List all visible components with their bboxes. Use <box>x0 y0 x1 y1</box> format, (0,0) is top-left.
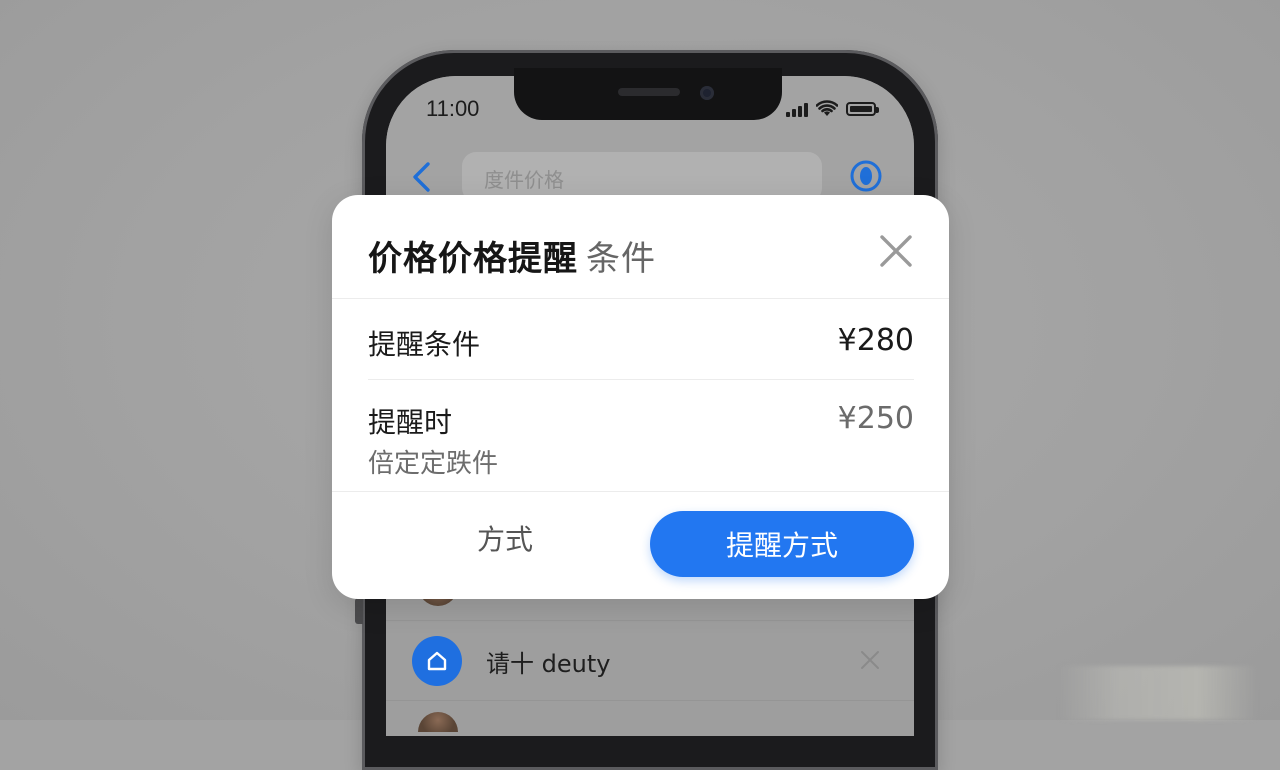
alert-method-button[interactable]: 提醒方式 <box>650 511 914 577</box>
back-chevron-icon[interactable] <box>408 160 434 194</box>
notch-speaker <box>618 88 680 96</box>
close-icon[interactable] <box>876 231 916 271</box>
method-button[interactable]: 方式 <box>390 505 620 571</box>
price-alert-modal: 价格价格提醒 条件 提醒条件 ¥280 提醒时 倍定定跌件 ¥250 方式 提醒方… <box>332 195 949 599</box>
battery-icon <box>846 102 879 116</box>
search-placeholder: 度件价格 <box>484 168 564 192</box>
list-divider <box>386 700 914 701</box>
status-time: 11:00 <box>426 96 480 121</box>
notch-camera <box>700 86 714 100</box>
alert-time-value[interactable]: ¥250 <box>712 401 914 436</box>
modal-subtitle: 条件 <box>586 239 656 279</box>
alert-time-sublabel: 倍定定跌件 <box>368 449 499 479</box>
status-icons <box>786 98 879 120</box>
list-divider <box>386 620 914 621</box>
phone-side-button <box>355 598 363 624</box>
footer-divider <box>332 491 949 492</box>
list-item[interactable] <box>386 622 914 702</box>
modal-title-text: 价格价格提醒 <box>368 239 578 279</box>
modal-title: 价格价格提醒 条件 <box>368 231 656 280</box>
modal-divider <box>332 298 949 299</box>
wifi-icon <box>816 100 838 116</box>
home-icon <box>412 636 462 686</box>
x-icon[interactable] <box>858 648 882 672</box>
row-divider <box>368 379 914 380</box>
signal-icon <box>786 101 808 117</box>
alert-time-label: 提醒时 <box>368 406 453 439</box>
corner-artifact <box>1058 666 1258 720</box>
list-item-text: 请十 deuty <box>486 650 611 678</box>
alert-condition-label: 提醒条件 <box>368 328 481 361</box>
profile-icon[interactable] <box>850 160 882 192</box>
alert-condition-value[interactable]: ¥280 <box>712 323 914 358</box>
